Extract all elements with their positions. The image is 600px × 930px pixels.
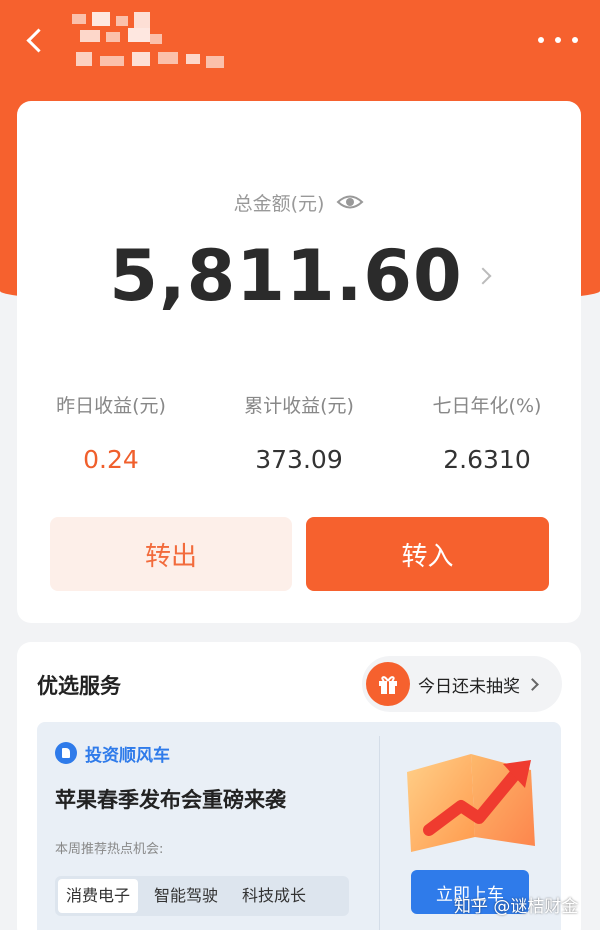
total-amount-label-row: 总金额(元) [17, 187, 581, 217]
more-options-button[interactable] [538, 28, 578, 52]
tag-tech-growth[interactable]: 科技成长 [234, 879, 314, 913]
stat-label: 累计收益(元) [244, 395, 354, 417]
stat-label: 昨日收益(元) [56, 395, 166, 417]
stat-seven-day-yield: 七日年化(%) 2.6310 [393, 391, 581, 477]
gift-icon [366, 662, 410, 706]
stat-value: 0.24 [83, 445, 139, 474]
earnings-stats: 昨日收益(元) 0.24 累计收益(元) 373.09 七日年化(%) 2.63… [17, 391, 581, 481]
tag-smart-driving[interactable]: 智能驾驶 [146, 879, 226, 913]
stat-value: 373.09 [255, 445, 343, 474]
back-button[interactable] [16, 22, 52, 58]
lottery-button[interactable]: 今日还未抽奖 [362, 656, 562, 712]
more-dot-icon [572, 37, 578, 43]
services-card: 优选服务 今日还未抽奖 投资顺风车 苹果春季发布会重磅来袭 本周推荐热点机会: … [17, 642, 581, 930]
promo-brand: 投资顺风车 [55, 740, 170, 766]
more-dot-icon [538, 37, 544, 43]
chevron-right-icon [474, 267, 492, 285]
promo-tags: 消费电子 智能驾驶 科技成长 [55, 876, 349, 916]
more-dot-icon [555, 37, 561, 43]
eye-icon[interactable] [336, 192, 364, 212]
total-amount-row[interactable]: 5,811.60 [17, 231, 581, 321]
brand-logo-icon [55, 742, 77, 764]
chevron-right-icon [526, 677, 539, 691]
services-title: 优选服务 [37, 674, 121, 698]
promo-brand-name: 投资顺风车 [85, 745, 170, 766]
total-amount-value: 5,811.60 [109, 235, 463, 317]
promo-subtitle: 本周推荐热点机会: [55, 842, 164, 857]
stat-label: 七日年化(%) [432, 395, 542, 417]
top-bar [0, 0, 600, 90]
balance-card: 总金额(元) 5,811.60 昨日收益(元) 0.24 累计收益(元) 373… [17, 101, 581, 623]
growth-chart-illustration [407, 754, 535, 852]
transfer-in-button[interactable]: 转入 [306, 517, 549, 591]
lottery-label: 今日还未抽奖 [418, 676, 520, 697]
total-amount-label: 总金额(元) [233, 192, 325, 215]
tag-consumer-electronics[interactable]: 消费电子 [58, 879, 139, 913]
promo-headline: 苹果春季发布会重磅来袭 [55, 788, 286, 812]
transfer-out-button[interactable]: 转出 [50, 517, 292, 591]
stat-yesterday-earnings: 昨日收益(元) 0.24 [17, 391, 205, 477]
watermark: 知乎 @谜桔财金 [454, 897, 579, 917]
stat-value: 2.6310 [443, 445, 531, 474]
stat-cumulative-earnings: 累计收益(元) 373.09 [205, 391, 393, 477]
promo-divider [379, 736, 380, 930]
chevron-left-icon [25, 27, 51, 53]
